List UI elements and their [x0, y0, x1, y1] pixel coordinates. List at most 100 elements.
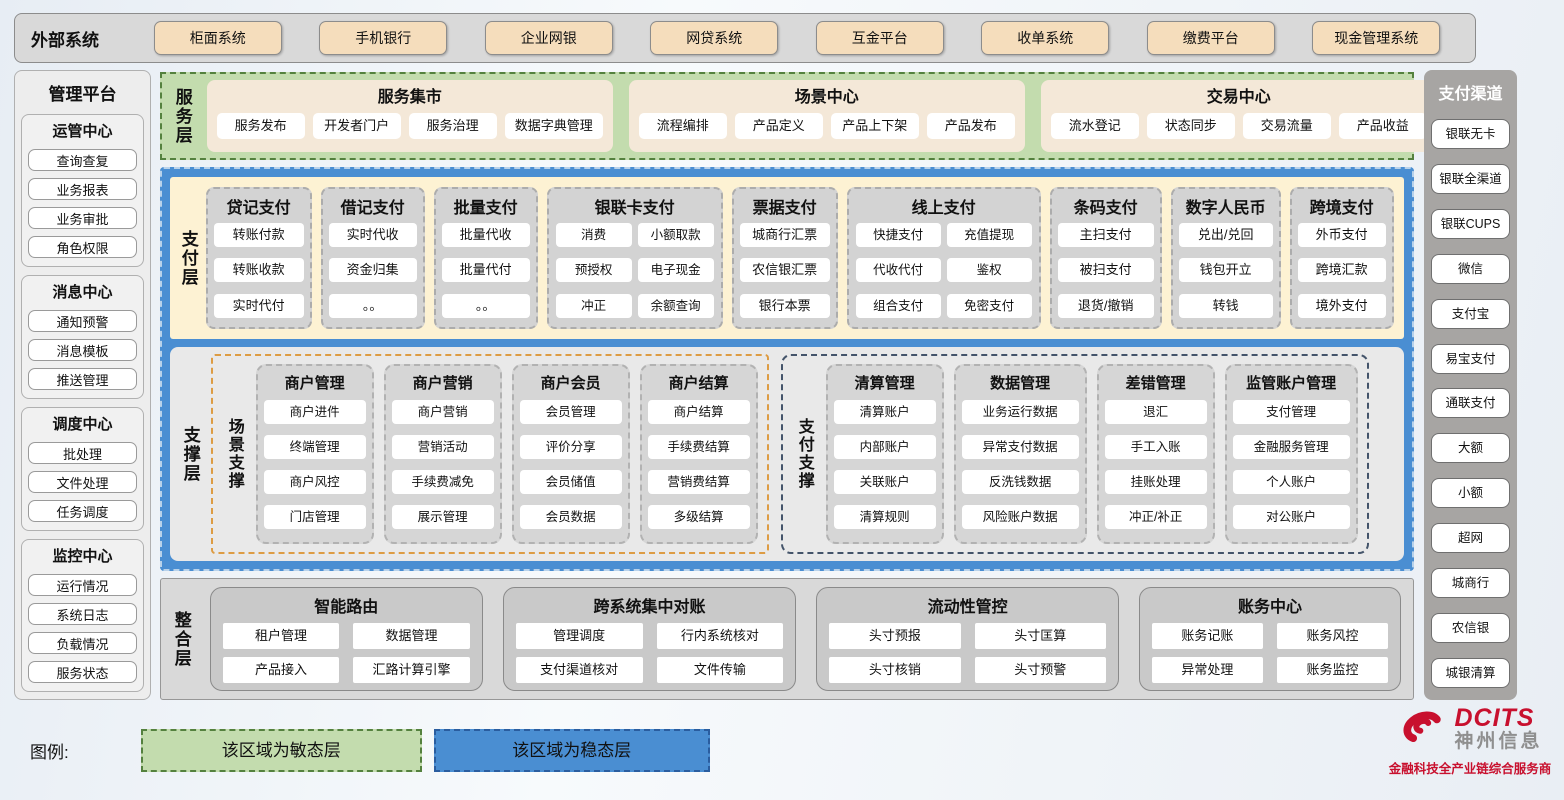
payment-item-button[interactable]: 主扫支付: [1058, 223, 1154, 247]
channel-button[interactable]: 城银清算: [1431, 658, 1510, 688]
integration-item-button[interactable]: 管理调度: [516, 623, 643, 649]
channel-button[interactable]: 银联CUPS: [1431, 209, 1510, 239]
management-item-button[interactable]: 服务状态: [28, 661, 137, 683]
integration-item-button[interactable]: 汇路计算引擎: [353, 657, 470, 683]
payment-item-button[interactable]: 组合支付: [856, 294, 941, 318]
external-system-button[interactable]: 缴费平台: [1147, 21, 1275, 55]
management-item-button[interactable]: 业务报表: [28, 178, 137, 200]
integration-item-button[interactable]: 头寸匡算: [975, 623, 1106, 649]
management-item-button[interactable]: 系统日志: [28, 603, 137, 625]
support-item-button[interactable]: 营销费结算: [648, 470, 750, 494]
payment-item-button[interactable]: 。。: [329, 294, 417, 318]
channel-button[interactable]: 小额: [1431, 478, 1510, 508]
service-item-button[interactable]: 流程编排: [639, 113, 727, 139]
payment-item-button[interactable]: 外币支付: [1298, 223, 1386, 247]
support-item-button[interactable]: 清算账户: [834, 400, 936, 424]
support-item-button[interactable]: 手续费结算: [648, 435, 750, 459]
payment-item-button[interactable]: 电子现金: [638, 258, 714, 282]
payment-item-button[interactable]: 钱包开立: [1179, 258, 1273, 282]
management-item-button[interactable]: 业务审批: [28, 207, 137, 229]
channel-button[interactable]: 微信: [1431, 254, 1510, 284]
payment-item-button[interactable]: 。。: [442, 294, 530, 318]
support-item-button[interactable]: 会员管理: [520, 400, 622, 424]
service-item-button[interactable]: 产品收益: [1339, 113, 1427, 139]
service-item-button[interactable]: 服务治理: [409, 113, 497, 139]
integration-item-button[interactable]: 租户管理: [223, 623, 340, 649]
service-item-button[interactable]: 开发者门户: [313, 113, 401, 139]
support-item-button[interactable]: 会员数据: [520, 505, 622, 529]
integration-item-button[interactable]: 账务记账: [1152, 623, 1263, 649]
external-system-button[interactable]: 收单系统: [981, 21, 1109, 55]
payment-item-button[interactable]: 退货/撤销: [1058, 294, 1154, 318]
payment-item-button[interactable]: 免密支付: [947, 294, 1032, 318]
external-system-button[interactable]: 现金管理系统: [1312, 21, 1440, 55]
management-item-button[interactable]: 负载情况: [28, 632, 137, 654]
integration-item-button[interactable]: 数据管理: [353, 623, 470, 649]
integration-item-button[interactable]: 账务监控: [1277, 657, 1388, 683]
management-item-button[interactable]: 查询查复: [28, 149, 137, 171]
channel-button[interactable]: 银联全渠道: [1431, 164, 1510, 194]
support-item-button[interactable]: 多级结算: [648, 505, 750, 529]
support-item-button[interactable]: 金融服务管理: [1233, 435, 1350, 459]
service-item-button[interactable]: 状态同步: [1147, 113, 1235, 139]
support-item-button[interactable]: 挂账处理: [1105, 470, 1207, 494]
support-item-button[interactable]: 手工入账: [1105, 435, 1207, 459]
payment-item-button[interactable]: 预授权: [556, 258, 632, 282]
management-item-button[interactable]: 运行情况: [28, 574, 137, 596]
support-item-button[interactable]: 个人账户: [1233, 470, 1350, 494]
payment-item-button[interactable]: 实时代付: [214, 294, 304, 318]
external-system-button[interactable]: 企业网银: [485, 21, 613, 55]
support-item-button[interactable]: 展示管理: [392, 505, 494, 529]
service-item-button[interactable]: 产品上下架: [831, 113, 919, 139]
support-item-button[interactable]: 营销活动: [392, 435, 494, 459]
payment-item-button[interactable]: 冲正: [556, 294, 632, 318]
management-item-button[interactable]: 角色权限: [28, 236, 137, 258]
payment-item-button[interactable]: 跨境汇款: [1298, 258, 1386, 282]
payment-item-button[interactable]: 快捷支付: [856, 223, 941, 247]
service-item-button[interactable]: 交易流量: [1243, 113, 1331, 139]
channel-button[interactable]: 通联支付: [1431, 388, 1510, 418]
support-item-button[interactable]: 退汇: [1105, 400, 1207, 424]
payment-item-button[interactable]: 余额查询: [638, 294, 714, 318]
payment-item-button[interactable]: 实时代收: [329, 223, 417, 247]
support-item-button[interactable]: 对公账户: [1233, 505, 1350, 529]
support-item-button[interactable]: 商户结算: [648, 400, 750, 424]
management-item-button[interactable]: 任务调度: [28, 500, 137, 522]
support-item-button[interactable]: 商户营销: [392, 400, 494, 424]
support-item-button[interactable]: 商户风控: [264, 470, 366, 494]
external-system-button[interactable]: 互金平台: [816, 21, 944, 55]
management-item-button[interactable]: 文件处理: [28, 471, 137, 493]
service-item-button[interactable]: 产品发布: [927, 113, 1015, 139]
service-item-button[interactable]: 流水登记: [1051, 113, 1139, 139]
payment-item-button[interactable]: 鉴权: [947, 258, 1032, 282]
support-item-button[interactable]: 手续费减免: [392, 470, 494, 494]
support-item-button[interactable]: 清算规则: [834, 505, 936, 529]
payment-item-button[interactable]: 兑出/兑回: [1179, 223, 1273, 247]
external-system-button[interactable]: 柜面系统: [154, 21, 282, 55]
channel-button[interactable]: 银联无卡: [1431, 119, 1510, 149]
payment-item-button[interactable]: 小额取款: [638, 223, 714, 247]
support-item-button[interactable]: 关联账户: [834, 470, 936, 494]
payment-item-button[interactable]: 境外支付: [1298, 294, 1386, 318]
support-item-button[interactable]: 支付管理: [1233, 400, 1350, 424]
management-item-button[interactable]: 推送管理: [28, 368, 137, 390]
support-item-button[interactable]: 会员储值: [520, 470, 622, 494]
integration-item-button[interactable]: 头寸核销: [829, 657, 960, 683]
payment-item-button[interactable]: 被扫支付: [1058, 258, 1154, 282]
support-item-button[interactable]: 评价分享: [520, 435, 622, 459]
management-item-button[interactable]: 通知预警: [28, 310, 137, 332]
support-item-button[interactable]: 业务运行数据: [962, 400, 1079, 424]
payment-item-button[interactable]: 转账付款: [214, 223, 304, 247]
channel-button[interactable]: 农信银: [1431, 613, 1510, 643]
service-item-button[interactable]: 产品定义: [735, 113, 823, 139]
channel-button[interactable]: 大额: [1431, 433, 1510, 463]
support-item-button[interactable]: 反洗钱数据: [962, 470, 1079, 494]
channel-button[interactable]: 支付宝: [1431, 299, 1510, 329]
support-item-button[interactable]: 异常支付数据: [962, 435, 1079, 459]
payment-item-button[interactable]: 批量代付: [442, 258, 530, 282]
management-item-button[interactable]: 批处理: [28, 442, 137, 464]
payment-item-button[interactable]: 消费: [556, 223, 632, 247]
external-system-button[interactable]: 网贷系统: [650, 21, 778, 55]
external-system-button[interactable]: 手机银行: [319, 21, 447, 55]
integration-item-button[interactable]: 头寸预警: [975, 657, 1106, 683]
